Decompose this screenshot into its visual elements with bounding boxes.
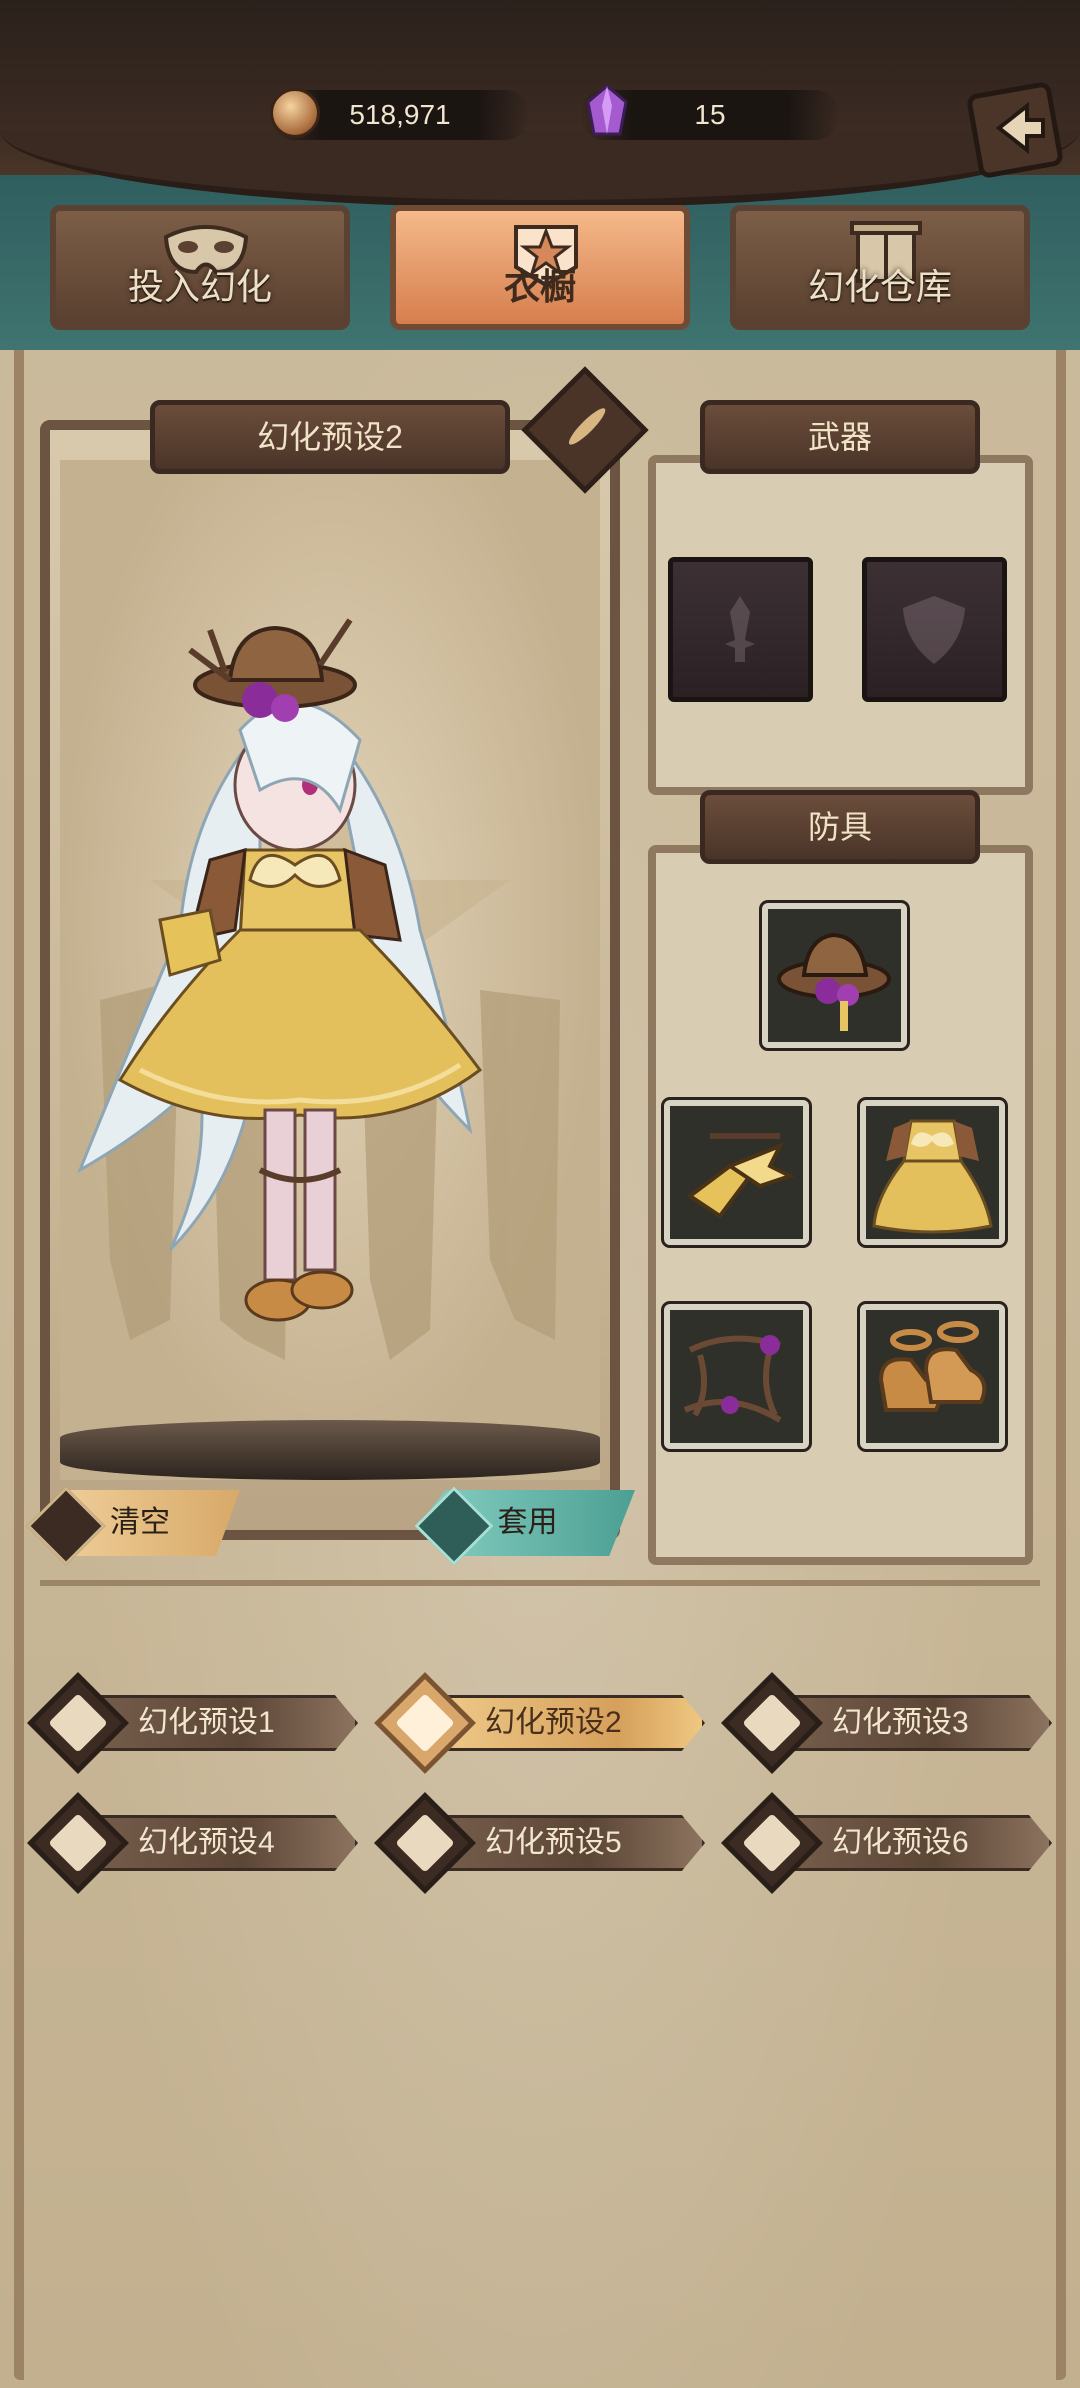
robe-icon: [27, 1672, 129, 1774]
preset-button-1[interactable]: 幻化预设1: [27, 1672, 358, 1774]
quill-icon: [565, 404, 610, 449]
dress-item: [872, 1119, 993, 1234]
clear-label: 清空: [110, 1506, 170, 1539]
preset-button-2[interactable]: 幻化预设2: [374, 1672, 705, 1774]
shield-slot-icon: [903, 596, 965, 664]
weapon-slot-sword[interactable]: [668, 557, 813, 702]
weapon-slot-shield[interactable]: [862, 557, 1007, 702]
robe-icon: [721, 1792, 823, 1894]
preset-label: 幻化预设5: [485, 1826, 622, 1859]
preset-title: 幻化预设2: [150, 400, 510, 474]
robe-icon: [374, 1792, 476, 1894]
gem-amount: 15: [694, 99, 726, 130]
hat-item: [777, 932, 891, 1031]
preset-button-6[interactable]: 幻化预设6: [721, 1792, 1052, 1894]
back-arrow-icon[interactable]: [965, 80, 1065, 180]
tab-label: 幻化仓库: [807, 266, 952, 307]
preset-label: 幻化预设2: [485, 1706, 622, 1739]
shoes-item: [878, 1321, 987, 1412]
character-portrait: [77, 618, 483, 1322]
preset-button-4[interactable]: 幻化预设4: [27, 1792, 358, 1894]
tab-transmog-warehouse[interactable]: 幻化仓库: [730, 205, 1030, 330]
sword-slot-icon: [725, 596, 755, 662]
preset-label: 幻化预设1: [138, 1706, 275, 1739]
preset-label: 幻化预设4: [138, 1826, 275, 1859]
weapon-title: 武器: [700, 400, 980, 474]
robe-icon: [721, 1672, 823, 1774]
stage-floor: [60, 1420, 600, 1480]
thorn-accessory-item: [683, 1335, 782, 1423]
robe-icon: [374, 1672, 476, 1774]
purple-crystal-icon: [586, 84, 628, 136]
armor-slot-accessory[interactable]: [661, 1301, 812, 1452]
tab-transmog-input[interactable]: 投入幻化: [50, 205, 350, 330]
tab-wardrobe[interactable]: 衣橱: [390, 205, 690, 330]
armor-slot-dress[interactable]: [857, 1097, 1008, 1248]
tab-label: 衣橱: [503, 266, 576, 307]
gauntlet-item: [686, 1133, 796, 1219]
section-divider: [40, 1580, 1040, 1656]
armor-title: 防具: [700, 790, 980, 864]
gold-amount: 518,971: [349, 99, 451, 130]
armor-slot-hat[interactable]: [759, 900, 910, 1051]
coin-icon: [270, 88, 320, 138]
tab-label: 投入幻化: [127, 266, 272, 307]
robe-icon: [27, 1792, 129, 1894]
armor-slot-shoes[interactable]: [857, 1301, 1008, 1452]
preset-label: 幻化预设3: [832, 1706, 969, 1739]
apply-label: 套用: [497, 1506, 558, 1539]
armor-slot-gauntlet[interactable]: [661, 1097, 812, 1248]
preset-button-5[interactable]: 幻化预设5: [374, 1792, 705, 1894]
preset-label: 幻化预设6: [832, 1826, 969, 1859]
preset-button-3[interactable]: 幻化预设3: [721, 1672, 1052, 1774]
